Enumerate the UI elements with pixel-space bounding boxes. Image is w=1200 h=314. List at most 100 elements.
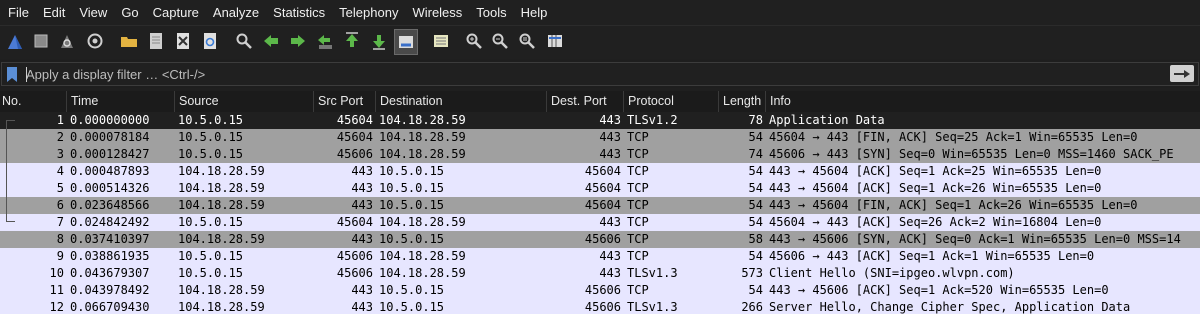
normal-size-button[interactable]	[516, 30, 538, 52]
cell-dport: 45606	[584, 283, 621, 297]
conversation-bracket	[6, 120, 15, 222]
cell-src: 10.5.0.15	[178, 215, 244, 229]
packet-row[interactable]: 6 0.023648566 104.18.28.59 443 10.5.0.15 4560…	[0, 197, 1200, 214]
open-file-button[interactable]	[118, 30, 140, 52]
menu-bar: File Edit View Go Capture Analyze Statistics Te…	[0, 0, 1200, 25]
go-last-button[interactable]	[368, 30, 390, 52]
packet-row[interactable]: 4 0.000487893 104.18.28.59 443 10.5.0.15 4560…	[0, 163, 1200, 180]
cell-dst: 104.18.28.59	[379, 130, 466, 144]
menu-capture[interactable]: Capture	[146, 0, 206, 25]
cell-time: 0.023648566	[70, 198, 150, 212]
cell-len: 54	[748, 249, 763, 263]
cell-dst: 104.18.28.59	[379, 147, 466, 161]
packet-row[interactable]: 10 0.043679307 10.5.0.15 45606 104.18.28.59 4…	[0, 265, 1200, 282]
find-packet-button[interactable]	[233, 30, 255, 52]
column-header-source[interactable]: Source	[174, 91, 313, 112]
column-header-destination[interactable]: Destination	[375, 91, 546, 112]
cell-proto: TLSv1.3	[627, 266, 678, 280]
apply-filter-button[interactable]	[1170, 65, 1194, 82]
packet-row[interactable]: 7 0.024842492 10.5.0.15 45604 104.18.28.59 44…	[0, 214, 1200, 231]
display-filter-input[interactable]	[24, 63, 1168, 85]
zoom-out-button[interactable]	[489, 30, 511, 52]
menu-analyze[interactable]: Analyze	[206, 0, 266, 25]
menu-file[interactable]: File	[0, 0, 36, 25]
cell-dport: 45604	[584, 181, 621, 195]
packet-row[interactable]: 1 0.000000000 10.5.0.15 45604 104.18.28.59 44…	[0, 112, 1200, 129]
menu-wireless[interactable]: Wireless	[405, 0, 469, 25]
column-header-length[interactable]: Length	[718, 91, 765, 112]
cell-info: 45606 → 443 [SYN] Seq=0 Win=65535 Len=0 …	[769, 147, 1174, 161]
close-file-button[interactable]	[172, 30, 194, 52]
cell-dst: 104.18.28.59	[379, 266, 466, 280]
menu-telephony[interactable]: Telephony	[332, 0, 405, 25]
column-header-no[interactable]: No.	[0, 91, 66, 112]
save-file-button[interactable]	[145, 30, 167, 52]
colorize-button[interactable]	[430, 30, 452, 52]
column-header-time[interactable]: Time	[66, 91, 174, 112]
packet-row[interactable]: 2 0.000078184 10.5.0.15 45604 104.18.28.59 44…	[0, 129, 1200, 146]
cell-src: 10.5.0.15	[178, 266, 244, 280]
restart-capture-button[interactable]	[56, 30, 78, 52]
restart-capture-icon	[61, 35, 73, 48]
packet-row[interactable]: 9 0.038861935 10.5.0.15 45606 104.18.28.59 44…	[0, 248, 1200, 265]
cell-sport: 45606	[336, 147, 373, 161]
cell-proto: TCP	[627, 198, 649, 212]
cell-dport: 443	[599, 147, 621, 161]
column-header-protocol[interactable]: Protocol	[623, 91, 718, 112]
open-file-icon	[121, 37, 137, 47]
display-filter-bar	[0, 60, 1200, 88]
reload-file-button[interactable]	[199, 30, 221, 52]
cell-len: 54	[748, 181, 763, 195]
close-file-icon	[177, 33, 189, 49]
go-forward-icon	[291, 35, 305, 47]
shark-fin-start-button[interactable]	[4, 30, 26, 52]
filter-bookmark-icon[interactable]	[7, 67, 17, 82]
go-to-packet-button[interactable]	[314, 30, 336, 52]
menu-statistics[interactable]: Statistics	[266, 0, 332, 25]
zoom-in-button[interactable]	[463, 30, 485, 52]
main-toolbar	[0, 25, 1200, 59]
cell-proto: TCP	[627, 249, 649, 263]
cell-dst: 10.5.0.15	[379, 283, 445, 297]
cell-sport: 45604	[336, 130, 373, 144]
cell-len: 74	[748, 147, 763, 161]
capture-options-button[interactable]	[84, 30, 106, 52]
cell-dport: 443	[599, 249, 621, 263]
cell-time: 0.066709430	[70, 300, 150, 314]
autoscroll-icon	[399, 36, 413, 48]
cell-proto: TCP	[627, 130, 649, 144]
packet-row[interactable]: 5 0.000514326 104.18.28.59 443 10.5.0.15 4560…	[0, 180, 1200, 197]
cell-len: 54	[748, 198, 763, 212]
column-header-info[interactable]: Info	[765, 91, 1200, 112]
packet-row[interactable]: 11 0.043978492 104.18.28.59 443 10.5.0.15 456…	[0, 282, 1200, 299]
packet-row[interactable]: 3 0.000128427 10.5.0.15 45606 104.18.28.59 44…	[0, 146, 1200, 163]
resize-columns-button[interactable]	[544, 30, 566, 52]
cell-time: 0.037410397	[70, 232, 150, 246]
go-first-button[interactable]	[341, 30, 363, 52]
menu-go[interactable]: Go	[114, 0, 145, 25]
column-header-src-port[interactable]: Src Port	[313, 91, 375, 112]
arrow-right-icon	[1174, 69, 1190, 78]
cell-len: 573	[741, 266, 763, 280]
menu-help[interactable]: Help	[514, 0, 555, 25]
menu-tools[interactable]: Tools	[469, 0, 513, 25]
cell-proto: TCP	[627, 283, 649, 297]
autoscroll-button[interactable]	[394, 29, 418, 55]
cell-dst: 104.18.28.59	[379, 215, 466, 229]
cell-sport: 45606	[336, 249, 373, 263]
packet-row[interactable]: 12 0.066709430 104.18.28.59 443 10.5.0.15 456…	[0, 299, 1200, 314]
menu-edit[interactable]: Edit	[36, 0, 72, 25]
cell-info: 45604 → 443 [ACK] Seq=26 Ack=2 Win=16804…	[769, 215, 1102, 229]
column-header-dest-port[interactable]: Dest. Port	[546, 91, 623, 112]
cell-dport: 443	[599, 130, 621, 144]
stop-capture-button[interactable]	[30, 30, 52, 52]
cell-dst: 10.5.0.15	[379, 181, 445, 195]
go-back-button[interactable]	[260, 30, 282, 52]
cell-no: 9	[56, 249, 64, 263]
cell-time: 0.000078184	[70, 130, 150, 144]
go-forward-button[interactable]	[287, 30, 309, 52]
text-caret	[26, 67, 27, 82]
cell-sport: 45604	[336, 113, 373, 127]
packet-row[interactable]: 8 0.037410397 104.18.28.59 443 10.5.0.15 4560…	[0, 231, 1200, 248]
menu-view[interactable]: View	[72, 0, 114, 25]
